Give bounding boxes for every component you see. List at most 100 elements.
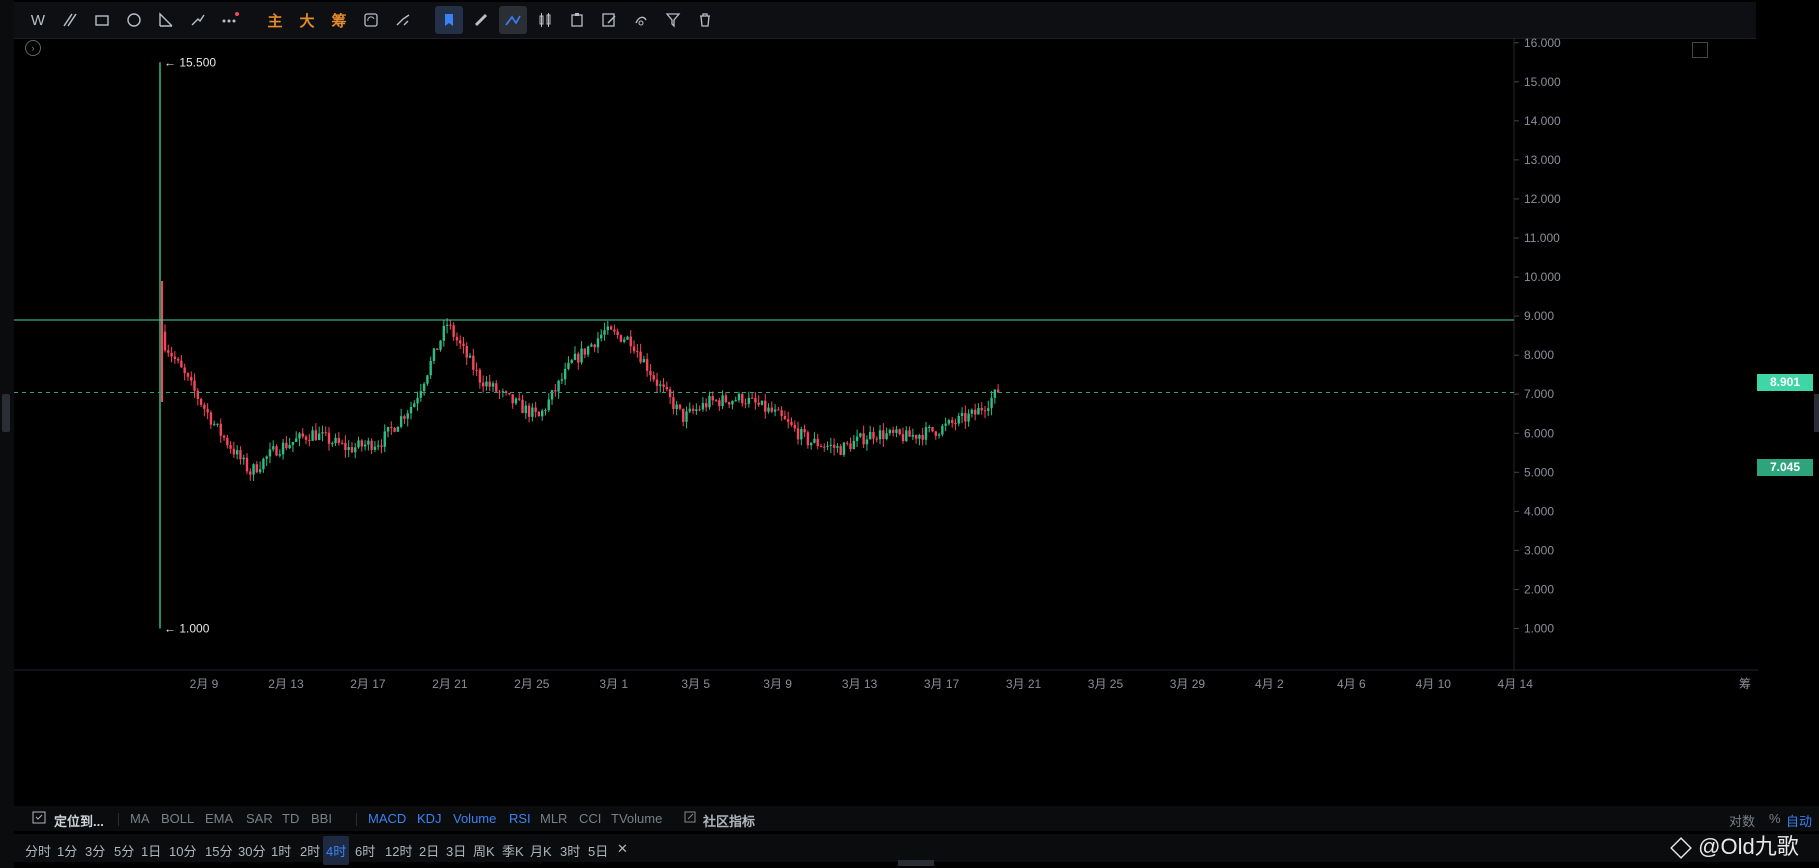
date-axis-label: 3月 1 bbox=[599, 677, 628, 691]
close-timeframes-icon[interactable]: ✕ bbox=[614, 839, 631, 859]
candle-body bbox=[609, 326, 613, 330]
indicator-td[interactable]: TD bbox=[282, 811, 299, 826]
candle-style-icon[interactable] bbox=[531, 6, 559, 34]
auto-scale-toggle[interactable]: 自动 bbox=[1786, 811, 1812, 830]
collapse-right-handle[interactable] bbox=[1814, 394, 1819, 432]
indicator-sar[interactable]: SAR bbox=[246, 811, 273, 826]
timeframe-7[interactable]: 30分 bbox=[235, 839, 268, 862]
bookmark-icon[interactable] bbox=[435, 6, 463, 34]
calendar-icon[interactable] bbox=[32, 810, 46, 827]
chart-info-toggle-icon[interactable]: › bbox=[25, 40, 41, 56]
timeframe-18[interactable]: 3时 bbox=[557, 839, 583, 862]
timeframe-4[interactable]: 1日 bbox=[138, 839, 164, 862]
timeframe-2[interactable]: 3分 bbox=[82, 839, 108, 862]
price-axis-label: 15.000 bbox=[1524, 75, 1561, 89]
timeframe-1[interactable]: 1分 bbox=[54, 839, 80, 862]
trend-tools-icon[interactable] bbox=[184, 6, 212, 34]
candle-body bbox=[662, 384, 665, 387]
indicator-mlr[interactable]: MLR bbox=[540, 811, 567, 826]
indicator-rsi[interactable]: RSI bbox=[509, 811, 531, 826]
parallel-channel-icon[interactable] bbox=[56, 6, 84, 34]
candle-body bbox=[403, 416, 406, 419]
clipboard-icon[interactable] bbox=[563, 6, 591, 34]
timeframe-19[interactable]: 5日 bbox=[585, 839, 611, 862]
candle-body bbox=[816, 438, 819, 447]
price-chart[interactable]: 16.000 15.000 14.000 13.000 12.000 11.000 10.0… bbox=[14, 38, 1758, 808]
rectangle-icon[interactable] bbox=[88, 6, 116, 34]
candle-body bbox=[232, 448, 236, 455]
timeframe-8[interactable]: 1时 bbox=[268, 839, 294, 862]
panel-resize-handle[interactable] bbox=[898, 860, 934, 866]
indicator-tvolume[interactable]: TVolume bbox=[611, 811, 662, 826]
timeframe-5[interactable]: 10分 bbox=[166, 839, 199, 862]
candle-body bbox=[537, 411, 541, 417]
text-tool-label: W bbox=[30, 11, 46, 29]
candle-body bbox=[983, 410, 987, 412]
text-tool-button[interactable]: W bbox=[24, 6, 52, 34]
log-scale-toggle[interactable]: 对数 bbox=[1729, 811, 1755, 830]
main-chart-button[interactable]: 主 bbox=[261, 6, 289, 34]
candle-body bbox=[898, 429, 901, 435]
circle-icon[interactable] bbox=[120, 6, 148, 34]
candle-body bbox=[865, 439, 869, 445]
indicator-ema[interactable]: EMA bbox=[205, 811, 233, 826]
timeframe-6[interactable]: 15分 bbox=[202, 839, 235, 862]
timeframe-9[interactable]: 2时 bbox=[297, 839, 323, 862]
candle-body bbox=[436, 348, 439, 350]
timeframe-0[interactable]: 分时 bbox=[22, 839, 54, 862]
candle-body bbox=[468, 355, 472, 358]
more-tools-icon[interactable] bbox=[216, 6, 244, 34]
candle-body bbox=[859, 433, 862, 437]
candle-body bbox=[163, 331, 167, 351]
high-price-label: ← 15.500 bbox=[164, 55, 216, 69]
candle-body bbox=[360, 440, 363, 447]
sync-icon[interactable] bbox=[357, 6, 385, 34]
timeframe-16[interactable]: 季K bbox=[499, 839, 527, 862]
timeframe-10[interactable]: 4时 bbox=[323, 836, 350, 865]
fullscreen-icon[interactable] bbox=[1692, 42, 1708, 58]
candle-body bbox=[380, 445, 383, 447]
collapse-left-handle[interactable] bbox=[2, 394, 10, 432]
candlestick-chart-svg[interactable]: 16.000 15.000 14.000 13.000 12.000 11.000 10.0… bbox=[14, 38, 1758, 808]
note-edit-icon[interactable] bbox=[595, 6, 623, 34]
indicator-cci[interactable]: CCI bbox=[579, 811, 601, 826]
candle-body bbox=[813, 438, 816, 443]
percent-scale-toggle[interactable]: % bbox=[1769, 811, 1781, 826]
indicator-macd[interactable]: MACD bbox=[368, 811, 406, 826]
timeframe-15[interactable]: 周K bbox=[470, 839, 498, 862]
candle-body bbox=[340, 442, 344, 444]
axis-corner-chips[interactable]: 筹 bbox=[1739, 677, 1751, 691]
chips-button[interactable]: 筹 bbox=[325, 6, 353, 34]
angle-icon[interactable] bbox=[152, 6, 180, 34]
candle-body bbox=[849, 443, 852, 450]
candle-body bbox=[937, 434, 941, 436]
candle-body bbox=[918, 434, 921, 439]
date-axis-label: 3月 29 bbox=[1170, 677, 1206, 691]
timeframe-13[interactable]: 2日 bbox=[416, 839, 442, 862]
timeframe-14[interactable]: 3日 bbox=[443, 839, 469, 862]
ruler-icon[interactable] bbox=[467, 6, 495, 34]
timeframe-17[interactable]: 月K bbox=[527, 839, 555, 862]
locate-button[interactable]: 定位到... bbox=[54, 811, 104, 830]
candle-body bbox=[760, 400, 764, 405]
trash-icon[interactable] bbox=[691, 6, 719, 34]
indicator-kdj[interactable]: KDJ bbox=[417, 811, 442, 826]
timeframe-3[interactable]: 5分 bbox=[111, 839, 137, 862]
indicator-bbi[interactable]: BBI bbox=[311, 811, 332, 826]
indicator-volume[interactable]: Volume bbox=[453, 811, 496, 826]
big-order-button[interactable]: 大 bbox=[293, 6, 321, 34]
price-axis-label: 12.000 bbox=[1524, 192, 1561, 206]
filter-icon[interactable] bbox=[659, 6, 687, 34]
candle-body bbox=[908, 430, 911, 437]
candle-body bbox=[547, 399, 550, 411]
indicator-boll[interactable]: BOLL bbox=[161, 811, 194, 826]
candle-body bbox=[226, 437, 229, 446]
timeframe-11[interactable]: 6时 bbox=[352, 839, 378, 862]
eraser-icon[interactable] bbox=[627, 6, 655, 34]
community-indicators-button[interactable]: 社区指标 bbox=[703, 811, 755, 830]
timeframe-12[interactable]: 12时 bbox=[382, 839, 415, 862]
magnet-icon[interactable] bbox=[389, 6, 417, 34]
indicator-ma[interactable]: MA bbox=[130, 811, 150, 826]
candle-body bbox=[213, 423, 216, 425]
draw-mode-icon[interactable] bbox=[499, 6, 527, 34]
